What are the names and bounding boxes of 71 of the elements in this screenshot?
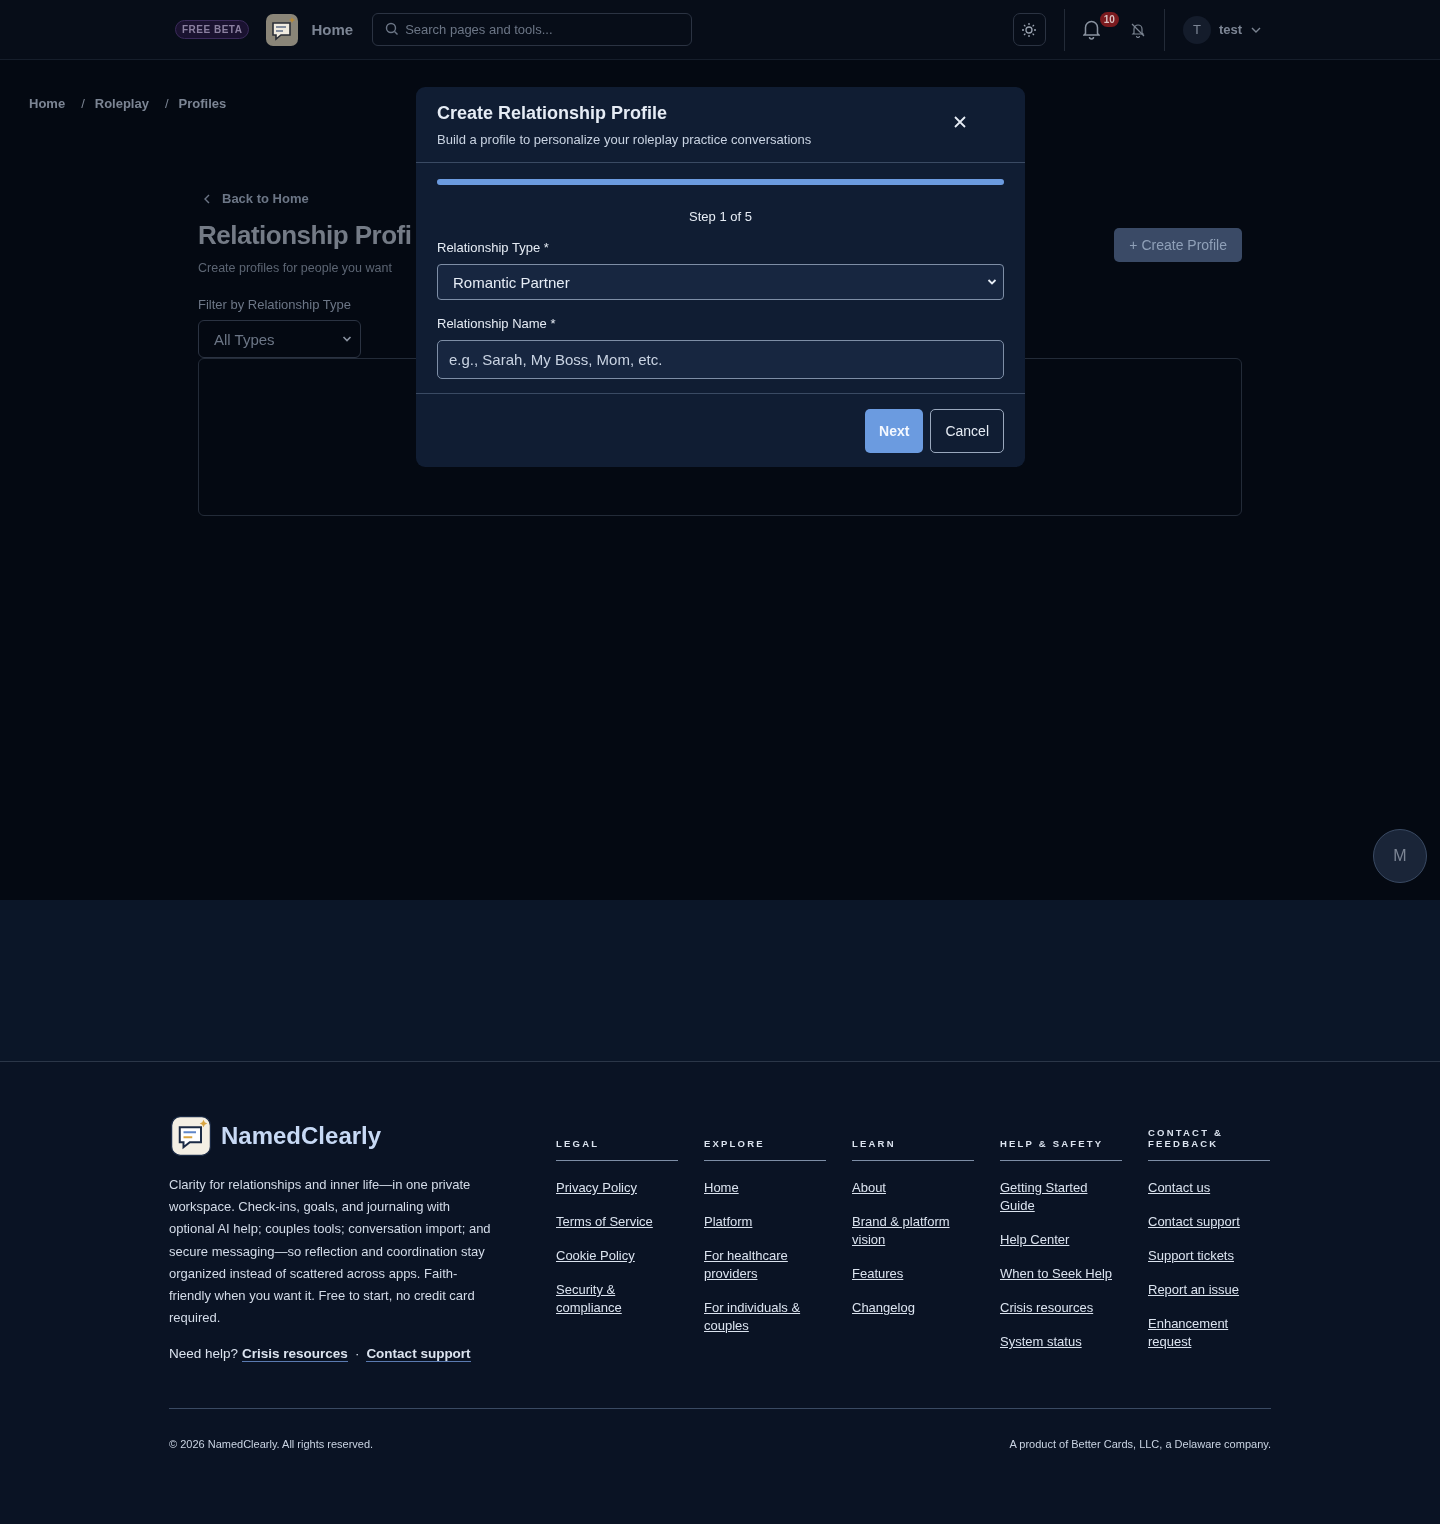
copyright-text: © 2026 NamedClearly. All rights reserved.	[169, 1438, 374, 1451]
breadcrumb-link[interactable]: Profiles	[178, 96, 227, 111]
bell-icon	[1082, 19, 1100, 40]
nav-title[interactable]: Home	[311, 21, 354, 38]
footer-link[interactable]: Features	[852, 1265, 904, 1283]
footer-link[interactable]: Changelog	[852, 1299, 915, 1317]
sun-icon	[1021, 21, 1038, 38]
breadcrumb-link[interactable]: Roleplay	[94, 96, 149, 111]
footer-link[interactable]: Security & compliance	[556, 1281, 678, 1317]
chat-bubble-logo-icon	[171, 1116, 211, 1156]
user-menu-button[interactable]: T test	[1182, 15, 1262, 44]
footer-link[interactable]: Enhancement request	[1148, 1315, 1270, 1351]
chevron-down-icon	[987, 277, 997, 287]
breadcrumb-link[interactable]: Home	[29, 96, 66, 111]
close-icon	[954, 116, 966, 128]
help-link[interactable]: Crisis resources	[242, 1346, 348, 1363]
search-field[interactable]: Search pages and tools...	[372, 13, 693, 46]
help-prompt: Need help?	[169, 1346, 239, 1362]
footer-link[interactable]: Platform	[704, 1213, 753, 1231]
footer-link[interactable]: About	[852, 1179, 886, 1197]
footer-column-heading: HELP & SAFETY	[1000, 1138, 1104, 1149]
footer-link[interactable]: Contact us	[1148, 1179, 1211, 1197]
footer-link[interactable]: When to Seek Help	[1000, 1265, 1112, 1283]
separator-dot: ·	[354, 1346, 360, 1362]
dialog-title: Create Relationship Profile	[437, 103, 669, 124]
footer-link[interactable]: Cookie Policy	[556, 1247, 635, 1265]
footer-link[interactable]: Brand & platform vision	[852, 1213, 974, 1249]
footer-link[interactable]: Crisis resources	[1000, 1299, 1094, 1317]
beta-badge: FREE BETA	[175, 20, 250, 39]
footer-column-heading: LEGAL	[556, 1138, 600, 1149]
notification-count-badge: 10	[1099, 12, 1119, 27]
field-label: Relationship Type *	[437, 240, 550, 255]
search-icon	[385, 22, 400, 36]
footer-link[interactable]: For healthcare providers	[704, 1247, 826, 1283]
notifications-button[interactable]	[1082, 19, 1100, 40]
footer-column-heading: EXPLORE	[704, 1138, 765, 1149]
theme-toggle-button[interactable]	[1012, 13, 1046, 46]
step-indicator: Step 1 of 5	[688, 209, 753, 224]
relationship-type-select[interactable]: Romantic Partner	[437, 264, 1004, 300]
brand-name: NamedClearly	[221, 1122, 382, 1150]
footer-link[interactable]: Terms of Service	[556, 1213, 653, 1231]
cancel-button[interactable]: Cancel	[930, 409, 1004, 453]
chat-bubble-logo-icon[interactable]	[266, 13, 299, 46]
floating-avatar-button[interactable]: M	[1373, 829, 1427, 883]
chevron-left-icon	[202, 193, 212, 204]
dialog-subtitle: Build a profile to personalize your roleplay practice conversations	[437, 132, 812, 147]
footer-link[interactable]: Privacy Policy	[556, 1179, 637, 1197]
footer-link[interactable]: Help Center	[1000, 1231, 1070, 1249]
footer-link[interactable]: System status	[1000, 1333, 1082, 1351]
footer-description: Clarity for relationships and inner life—in one private workspace. Check-ins, goals, and journaling with optional AI help; couples tools; conversation import; and secure messaging—so reflection and coordination stay organized instead of scattered across apps. Faith-friendly when you want it. Free to start, no credit card required.	[169, 1176, 492, 1328]
footer-link[interactable]: Contact support	[1148, 1213, 1240, 1231]
breadcrumb-separator: /	[164, 96, 169, 111]
help-link[interactable]: Contact support	[366, 1346, 471, 1363]
back-link[interactable]: Back to Home	[202, 191, 1242, 206]
filter-select[interactable]: All Types	[198, 320, 361, 358]
bell-off-icon[interactable]	[1129, 21, 1146, 38]
filter-label: Filter by Relationship Type	[198, 297, 352, 312]
field-label: Relationship Name *	[437, 316, 557, 331]
footer-link[interactable]: For individuals & couples	[704, 1299, 826, 1335]
footer-link[interactable]: Getting Started Guide	[1000, 1179, 1122, 1215]
relationship-name-input[interactable]: e.g., Sarah, My Boss, Mom, etc.	[437, 340, 1004, 379]
page-title: Relationship Profi	[198, 220, 412, 251]
chevron-down-icon	[342, 334, 352, 344]
footer-link[interactable]: Support tickets	[1148, 1247, 1234, 1265]
page-subtitle: Create profiles for people you want	[198, 261, 393, 275]
footer-link[interactable]: Home	[704, 1179, 739, 1197]
footer-link[interactable]: Report an issue	[1148, 1281, 1240, 1299]
footer-column-heading: LEARN	[852, 1138, 896, 1149]
footer-column-heading: CONTACT & FEEDBACK	[1148, 1127, 1225, 1149]
breadcrumb-separator: /	[81, 96, 85, 111]
company-text: A product of Better Cards, LLC, a Delaware company.	[1009, 1438, 1271, 1451]
